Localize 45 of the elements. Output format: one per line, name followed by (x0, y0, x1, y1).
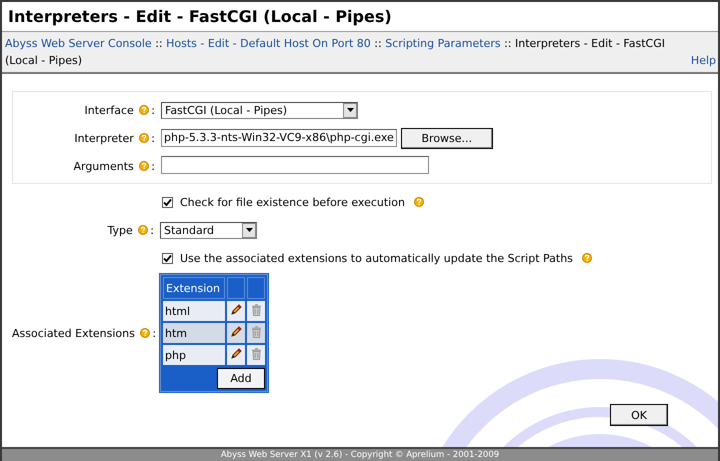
path-input-field[interactable]: php-5.3.3-nts-Win32-VC9-x86\php-cgi.exe (161, 129, 397, 147)
trash-icon[interactable] (250, 348, 262, 360)
dropdown[interactable]: Standard (160, 222, 257, 238)
ok-button[interactable]: OK (610, 404, 668, 426)
help-icon[interactable] (414, 197, 424, 207)
window-title: Interpreters - Edit - FastCGI (Local - Pipes) (8, 7, 393, 26)
colon: : (151, 160, 155, 172)
trash-icon[interactable] (250, 304, 262, 316)
checkbox-label: Check for file existence before execution (180, 196, 405, 208)
help-icon[interactable] (140, 328, 150, 338)
table-cell: php (163, 345, 225, 365)
breadcrumb-link[interactable]: Scripting Parameters (385, 37, 501, 50)
field-label: Interpreter (74, 132, 134, 144)
help-icon[interactable] (139, 132, 150, 142)
checkbox-label: Use the associated extensions to automatically update the Script Paths (180, 252, 573, 264)
table-cell: html (163, 301, 225, 321)
field-label: Associated Extensions (12, 326, 135, 340)
add-button[interactable]: Add (217, 368, 265, 388)
help-icon[interactable] (138, 224, 148, 234)
colon: : (152, 326, 156, 340)
trash-icon[interactable] (250, 326, 262, 338)
colon: : (150, 224, 154, 236)
dropdown[interactable]: FastCGI (Local - Pipes) (161, 102, 358, 118)
help-icon[interactable] (582, 253, 592, 263)
column-header: Extension (163, 277, 225, 299)
help-icon[interactable] (139, 104, 150, 114)
arguments-input-field[interactable] (161, 156, 429, 174)
breadcrumb-link[interactable]: Hosts - Edit - Default Host On Port 80 (166, 37, 371, 50)
pencil-icon[interactable] (230, 348, 242, 359)
pencil-icon[interactable] (230, 304, 242, 315)
colon: : (151, 104, 155, 116)
checkbox[interactable] (162, 196, 173, 208)
field-label: Interface (84, 104, 134, 116)
checkbox[interactable] (162, 252, 173, 264)
field-label: Arguments (73, 160, 134, 172)
copyright-text: Abyss Web Server X1 (v 2.6) - Copyright © Aprelium - 2001-2009 (220, 450, 500, 460)
pencil-icon[interactable] (230, 326, 242, 337)
table-cell: htm (163, 323, 225, 343)
help-icon[interactable] (139, 160, 150, 170)
help-link[interactable]: Help (690, 52, 716, 69)
breadcrumb-trail: Abyss Web Server Console :: Hosts - Edit - Default Host On Port 80 :: Scripting Parameters :: Interpreters - Edit - FastCGI (Local - Pipes) (5, 36, 666, 69)
browse-button[interactable]: Browse... (400, 128, 493, 148)
field-label: Type (108, 224, 133, 236)
breadcrumb-link[interactable]: Abyss Web Server Console (5, 37, 152, 50)
colon: : (151, 132, 155, 144)
